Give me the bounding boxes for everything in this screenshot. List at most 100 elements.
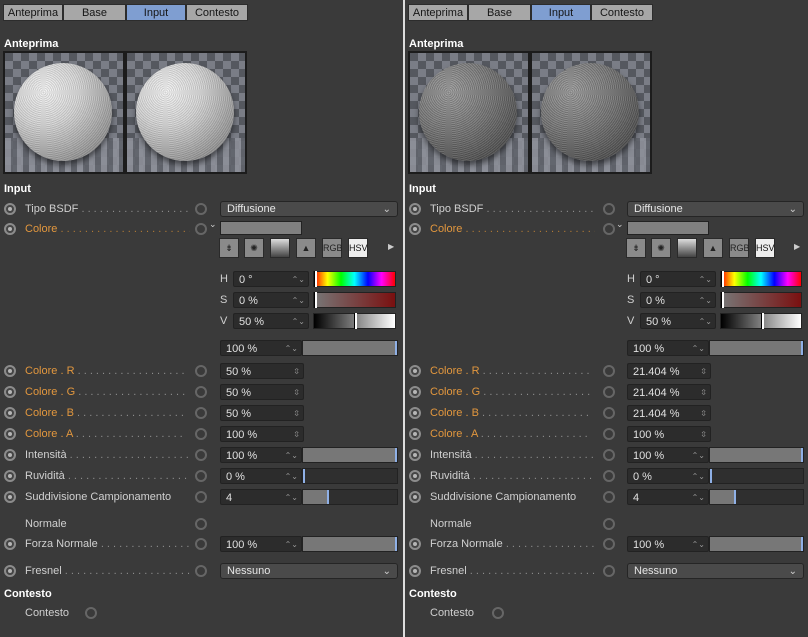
normal-anim-icon[interactable]	[195, 518, 207, 530]
color-g-radio[interactable]	[409, 386, 421, 398]
spectrum-icon[interactable]	[677, 238, 697, 258]
s-field[interactable]: 0 % ⌃⌄	[640, 292, 716, 308]
bsdf-dropdown[interactable]: Diffusione ⌄	[220, 201, 398, 217]
h-field[interactable]: 0 ° ⌃⌄	[233, 271, 309, 287]
intensity-radio[interactable]	[409, 449, 421, 461]
bsdf-anim-icon[interactable]	[195, 203, 207, 215]
more-arrow-icon[interactable]: ▶	[388, 242, 394, 251]
color-a-anim-icon[interactable]	[603, 428, 615, 440]
roughness-radio[interactable]	[4, 470, 16, 482]
color-mix-field[interactable]: 100 % ⌃⌄	[220, 340, 302, 356]
fresnel-dropdown[interactable]: Nessuno ⌄	[627, 563, 804, 579]
tab-base[interactable]: Base	[63, 4, 126, 21]
color-r-radio[interactable]	[409, 365, 421, 377]
fresnel-anim-icon[interactable]	[603, 565, 615, 577]
color-expand-icon[interactable]: ⌄	[209, 219, 217, 230]
normal-strength-field[interactable]: 100 % ⌃⌄	[627, 536, 709, 552]
subdivision-radio[interactable]	[409, 491, 421, 503]
fresnel-radio[interactable]	[4, 565, 16, 577]
bsdf-dropdown[interactable]: Diffusione ⌄	[627, 201, 804, 217]
hsv-mode-icon[interactable]: HSV	[755, 238, 775, 258]
value-gradient-slider[interactable]	[313, 313, 396, 329]
color-wheel-icon[interactable]: ✺	[651, 238, 671, 258]
intensity-anim-icon[interactable]	[603, 449, 615, 461]
fresnel-radio[interactable]	[409, 565, 421, 577]
image-picker-icon[interactable]: ▲	[703, 238, 723, 258]
roughness-slider[interactable]	[709, 468, 804, 484]
intensity-field[interactable]: 100 % ⌃⌄	[627, 447, 709, 463]
color-expand-icon[interactable]: ⌄	[616, 219, 624, 230]
intensity-radio[interactable]	[4, 449, 16, 461]
color-g-field[interactable]: 21.404 % ⇳	[627, 384, 711, 400]
color-wheel-icon[interactable]: ✺	[244, 238, 264, 258]
color-wheel-collapse-icon[interactable]: ⇟	[626, 238, 646, 258]
color-a-radio[interactable]	[4, 428, 16, 440]
h-field[interactable]: 0 ° ⌃⌄	[640, 271, 716, 287]
roughness-anim-icon[interactable]	[603, 470, 615, 482]
subdivision-slider[interactable]	[709, 489, 804, 505]
s-field[interactable]: 0 % ⌃⌄	[233, 292, 309, 308]
color-a-field[interactable]: 100 % ⇳	[220, 426, 304, 442]
color-b-field[interactable]: 50 % ⇳	[220, 405, 304, 421]
bsdf-radio[interactable]	[409, 203, 421, 215]
color-a-field[interactable]: 100 % ⇳	[627, 426, 711, 442]
value-gradient-slider[interactable]	[720, 313, 802, 329]
tab-input[interactable]: Input	[126, 4, 186, 21]
tab-input[interactable]: Input	[531, 4, 591, 21]
spectrum-icon[interactable]	[270, 238, 290, 258]
color-g-field[interactable]: 50 % ⇳	[220, 384, 304, 400]
bsdf-radio[interactable]	[4, 203, 16, 215]
hue-gradient-slider[interactable]	[720, 271, 802, 287]
roughness-field[interactable]: 0 % ⌃⌄	[627, 468, 709, 484]
color-r-anim-icon[interactable]	[603, 365, 615, 377]
intensity-field[interactable]: 100 % ⌃⌄	[220, 447, 302, 463]
bsdf-anim-icon[interactable]	[603, 203, 615, 215]
subdivision-field[interactable]: 4 ⌃⌄	[627, 489, 709, 505]
tab-anteprima[interactable]: Anteprima	[3, 4, 63, 21]
subdivision-anim-icon[interactable]	[195, 491, 207, 503]
color-b-radio[interactable]	[409, 407, 421, 419]
tab-base[interactable]: Base	[468, 4, 531, 21]
roughness-slider[interactable]	[302, 468, 398, 484]
subdivision-slider[interactable]	[302, 489, 398, 505]
color-r-anim-icon[interactable]	[195, 365, 207, 377]
normal-strength-slider[interactable]	[302, 536, 398, 552]
color-wheel-collapse-icon[interactable]: ⇟	[219, 238, 239, 258]
more-arrow-icon[interactable]: ▶	[794, 242, 800, 251]
normal-strength-radio[interactable]	[4, 538, 16, 550]
normal-strength-anim-icon[interactable]	[195, 538, 207, 550]
subdivision-field[interactable]: 4 ⌃⌄	[220, 489, 302, 505]
saturation-gradient-slider[interactable]	[313, 292, 396, 308]
color-r-field[interactable]: 50 % ⇳	[220, 363, 304, 379]
intensity-slider[interactable]	[709, 447, 804, 463]
color-radio[interactable]	[409, 223, 421, 235]
color-mix-field[interactable]: 100 % ⌃⌄	[627, 340, 709, 356]
color-g-anim-icon[interactable]	[195, 386, 207, 398]
context-anim-icon[interactable]	[85, 607, 97, 619]
color-a-radio[interactable]	[409, 428, 421, 440]
image-picker-icon[interactable]: ▲	[296, 238, 316, 258]
color-b-anim-icon[interactable]	[195, 407, 207, 419]
intensity-slider[interactable]	[302, 447, 398, 463]
color-g-anim-icon[interactable]	[603, 386, 615, 398]
tab-contesto[interactable]: Contesto	[186, 4, 248, 21]
color-mix-slider[interactable]	[302, 340, 398, 356]
tab-contesto[interactable]: Contesto	[591, 4, 653, 21]
rgb-mode-icon[interactable]: RGB	[729, 238, 750, 258]
color-b-anim-icon[interactable]	[603, 407, 615, 419]
color-b-radio[interactable]	[4, 407, 16, 419]
normal-strength-anim-icon[interactable]	[603, 538, 615, 550]
normal-strength-slider[interactable]	[709, 536, 804, 552]
color-mix-slider[interactable]	[709, 340, 804, 356]
roughness-field[interactable]: 0 % ⌃⌄	[220, 468, 302, 484]
fresnel-dropdown[interactable]: Nessuno ⌄	[220, 563, 398, 579]
color-a-anim-icon[interactable]	[195, 428, 207, 440]
hsv-mode-icon[interactable]: HSV	[348, 238, 368, 258]
context-anim-icon[interactable]	[492, 607, 504, 619]
normal-strength-field[interactable]: 100 % ⌃⌄	[220, 536, 302, 552]
color-swatch[interactable]	[627, 221, 709, 235]
intensity-anim-icon[interactable]	[195, 449, 207, 461]
normal-anim-icon[interactable]	[603, 518, 615, 530]
color-g-radio[interactable]	[4, 386, 16, 398]
roughness-radio[interactable]	[409, 470, 421, 482]
